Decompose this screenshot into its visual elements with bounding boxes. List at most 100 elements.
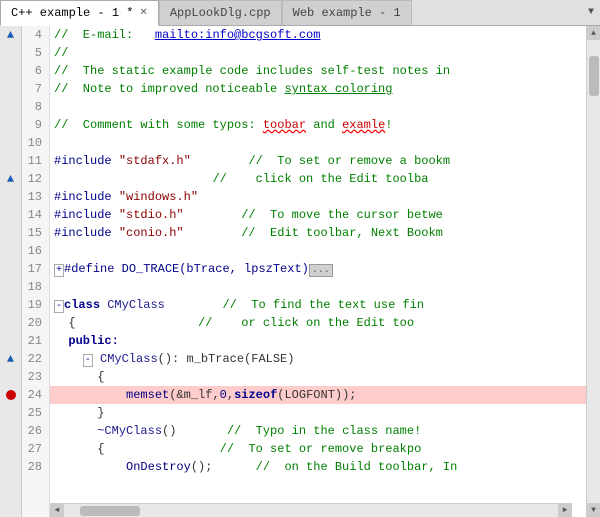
code-line: - CMyClass(): m_bTrace(FALSE) [50,350,586,368]
gutter-row: ▲ [0,26,21,44]
tab-label: C++ example - 1 * [11,6,133,20]
tab-applookdlg[interactable]: AppLookDlg.cpp [159,0,282,25]
gutter-row [0,116,21,134]
gutter-row: ▲ [0,350,21,368]
scroll-left-arrow[interactable]: ◄ [50,504,64,517]
line-number: 10 [22,134,45,152]
code-line: } [50,404,586,422]
gutter-row [0,422,21,440]
tab-label: Web example - 1 [293,6,401,20]
code-line: ~CMyClass() // Typo in the class name! [50,422,586,440]
code-line: { // or click on the Edit too [50,314,586,332]
line-number: 17 [22,260,45,278]
app-window: C++ example - 1 * ✕ AppLookDlg.cpp Web e… [0,0,600,517]
scrollbar-h-thumb[interactable] [80,506,140,516]
line-number: 18 [22,278,45,296]
gutter-row [0,386,21,404]
scroll-up-arrow[interactable]: ▲ [587,26,600,40]
code-line: // click on the Edit toolba [50,170,586,188]
gutter-row: ▲ [0,170,21,188]
gutter-row [0,314,21,332]
code-line [50,242,586,260]
scroll-down-arrow[interactable]: ▼ [587,503,600,517]
line-number: 14 [22,206,45,224]
gutter-row [0,404,21,422]
line-number: 23 [22,368,45,386]
code-line: // E-mail: mailto:info@bcgsoft.com [50,26,586,44]
code-line: { [50,368,586,386]
gutter-row [0,188,21,206]
line-number: 27 [22,440,45,458]
code-line: +#define DO_TRACE(bTrace, lpszText)... [50,260,586,278]
bookmark-icon: ▲ [7,173,14,185]
gutter-row [0,332,21,350]
line-number: 21 [22,332,45,350]
code-line: // [50,44,586,62]
gutter-row [0,440,21,458]
code-line: // The static example code includes self… [50,62,586,80]
line-number: 8 [22,98,45,116]
code-line: { // To set or remove breakpo [50,440,586,458]
bookmark-icon: ▲ [7,353,14,365]
tab-web-example[interactable]: Web example - 1 [282,0,412,25]
gutter-row [0,368,21,386]
line-numbers: 4 5 6 7 8 9 10 11 12 13 14 15 16 17 18 1… [22,26,50,517]
line-number: 20 [22,314,45,332]
code-line: // Comment with some typos: toobar and e… [50,116,586,134]
gutter-row [0,260,21,278]
line-number: 26 [22,422,45,440]
gutter: ▲ ▲ ▲ [0,26,22,517]
gutter-row [0,242,21,260]
code-line [50,98,586,116]
line-number: 4 [22,26,45,44]
line-number: 15 [22,224,45,242]
line-number: 6 [22,62,45,80]
gutter-row [0,206,21,224]
code-line: -class CMyClass // To find the text use … [50,296,586,314]
code-line: OnDestroy(); // on the Build toolbar, In [50,458,586,476]
tab-close-icon[interactable]: ✕ [139,7,147,19]
gutter-row [0,98,21,116]
scroll-right-arrow[interactable]: ► [558,504,572,517]
code-line [50,278,586,296]
gutter-row [0,62,21,80]
line-number: 12 [22,170,45,188]
editor-container: ▲ ▲ ▲ [0,26,600,517]
scrollbar-vertical[interactable]: ▲ ▼ [586,26,600,517]
gutter-row [0,278,21,296]
scrollbar-v-thumb[interactable] [589,56,599,96]
gutter-row [0,44,21,62]
scrollbar-horizontal[interactable]: ◄ ► [50,503,572,517]
line-number: 11 [22,152,45,170]
line-number: 13 [22,188,45,206]
gutter-row [0,80,21,98]
code-line: public: [50,332,586,350]
code-line-highlighted: memset(&m_lf,0,sizeof(LOGFONT)); [50,386,586,404]
line-number: 16 [22,242,45,260]
code-line [50,134,586,152]
code-area[interactable]: // E-mail: mailto:info@bcgsoft.com // //… [50,26,586,517]
tab-dropdown-button[interactable]: ▼ [582,0,600,25]
breakpoint-icon [6,390,16,400]
gutter-row [0,152,21,170]
line-number: 22 [22,350,45,368]
code-line: #include "stdio.h" // To move the cursor… [50,206,586,224]
code-line: #include "stdafx.h" // To set or remove … [50,152,586,170]
code-line: // Note to improved noticeable syntax co… [50,80,586,98]
line-number: 25 [22,404,45,422]
tab-label: AppLookDlg.cpp [170,6,271,20]
line-number: 19 [22,296,45,314]
line-number: 5 [22,44,45,62]
code-line: #include "windows.h" [50,188,586,206]
line-number: 9 [22,116,45,134]
code-lines: // E-mail: mailto:info@bcgsoft.com // //… [50,26,586,517]
line-number: 24 [22,386,45,404]
bookmark-icon: ▲ [7,29,14,41]
line-number: 7 [22,80,45,98]
gutter-row [0,458,21,476]
gutter-row [0,134,21,152]
gutter-row [0,296,21,314]
gutter-row [0,224,21,242]
tab-cpp-example[interactable]: C++ example - 1 * ✕ [0,0,159,26]
line-number: 28 [22,458,45,476]
